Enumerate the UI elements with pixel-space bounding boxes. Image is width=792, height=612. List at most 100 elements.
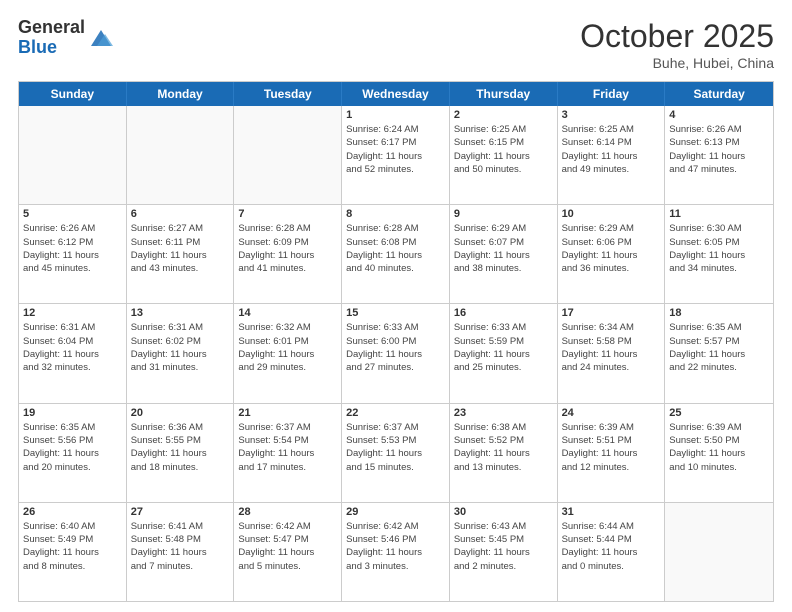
day-number: 16 bbox=[454, 307, 553, 319]
day-cell-1-3 bbox=[234, 106, 342, 204]
day-info: Sunrise: 6:34 AM Sunset: 5:58 PM Dayligh… bbox=[562, 321, 661, 374]
day-cell-4-2: 20 Sunrise: 6:36 AM Sunset: 5:55 PM Dayli… bbox=[127, 404, 235, 502]
logo: General Blue bbox=[18, 18, 115, 58]
day-number: 5 bbox=[23, 208, 122, 220]
day-cell-2-4: 8 Sunrise: 6:28 AM Sunset: 6:08 PM Daylig… bbox=[342, 205, 450, 303]
day-info: Sunrise: 6:35 AM Sunset: 5:57 PM Dayligh… bbox=[669, 321, 769, 374]
day-cell-3-3: 14Sunrise: 6:32 AM Sunset: 6:01 PM Dayli… bbox=[234, 304, 342, 402]
day-cell-4-5: 23 Sunrise: 6:38 AM Sunset: 5:52 PM Dayli… bbox=[450, 404, 558, 502]
logo-text: General Blue bbox=[18, 18, 85, 58]
day-cell-1-7: 4 Sunrise: 6:26 AM Sunset: 6:13 PM Daylig… bbox=[665, 106, 773, 204]
day-info: Sunrise: 6:41 AM Sunset: 5:48 PM Dayligh… bbox=[131, 520, 230, 573]
day-info: Sunrise: 6:38 AM Sunset: 5:52 PM Dayligh… bbox=[454, 421, 553, 474]
day-number: 11 bbox=[669, 208, 769, 220]
day-number: 22 bbox=[346, 407, 445, 419]
day-number: 31 bbox=[562, 506, 661, 518]
day-number: 25 bbox=[669, 407, 769, 419]
day-number: 19 bbox=[23, 407, 122, 419]
day-info: Sunrise: 6:31 AM Sunset: 6:02 PM Dayligh… bbox=[131, 321, 230, 374]
day-cell-4-6: 24Sunrise: 6:39 AM Sunset: 5:51 PM Dayli… bbox=[558, 404, 666, 502]
weeks: 1Sunrise: 6:24 AM Sunset: 6:17 PM Daylig… bbox=[19, 106, 773, 601]
header-monday: Monday bbox=[127, 82, 235, 106]
header-sunday: Sunday bbox=[19, 82, 127, 106]
day-cell-5-7 bbox=[665, 503, 773, 601]
day-number: 18 bbox=[669, 307, 769, 319]
day-info: Sunrise: 6:26 AM Sunset: 6:12 PM Dayligh… bbox=[23, 222, 122, 275]
week-row-4: 19 Sunrise: 6:35 AM Sunset: 5:56 PM Dayli… bbox=[19, 404, 773, 503]
day-number: 7 bbox=[238, 208, 337, 220]
day-info: Sunrise: 6:28 AM Sunset: 6:09 PM Dayligh… bbox=[238, 222, 337, 275]
day-cell-4-3: 21Sunrise: 6:37 AM Sunset: 5:54 PM Dayli… bbox=[234, 404, 342, 502]
day-cell-4-7: 25 Sunrise: 6:39 AM Sunset: 5:50 PM Dayli… bbox=[665, 404, 773, 502]
day-number: 20 bbox=[131, 407, 230, 419]
day-number: 8 bbox=[346, 208, 445, 220]
day-number: 30 bbox=[454, 506, 553, 518]
day-cell-2-7: 11 Sunrise: 6:30 AM Sunset: 6:05 PM Dayli… bbox=[665, 205, 773, 303]
day-info: Sunrise: 6:37 AM Sunset: 5:53 PM Dayligh… bbox=[346, 421, 445, 474]
day-cell-1-2 bbox=[127, 106, 235, 204]
day-number: 17 bbox=[562, 307, 661, 319]
day-cell-3-2: 13 Sunrise: 6:31 AM Sunset: 6:02 PM Dayli… bbox=[127, 304, 235, 402]
day-info: Sunrise: 6:42 AM Sunset: 5:46 PM Dayligh… bbox=[346, 520, 445, 573]
day-number: 15 bbox=[346, 307, 445, 319]
day-number: 12 bbox=[23, 307, 122, 319]
week-row-3: 12 Sunrise: 6:31 AM Sunset: 6:04 PM Dayli… bbox=[19, 304, 773, 403]
day-cell-3-6: 17 Sunrise: 6:34 AM Sunset: 5:58 PM Dayli… bbox=[558, 304, 666, 402]
day-number: 26 bbox=[23, 506, 122, 518]
day-info: Sunrise: 6:39 AM Sunset: 5:51 PM Dayligh… bbox=[562, 421, 661, 474]
day-cell-5-6: 31Sunrise: 6:44 AM Sunset: 5:44 PM Dayli… bbox=[558, 503, 666, 601]
day-info: Sunrise: 6:29 AM Sunset: 6:06 PM Dayligh… bbox=[562, 222, 661, 275]
day-headers: Sunday Monday Tuesday Wednesday Thursday… bbox=[19, 82, 773, 106]
week-row-2: 5 Sunrise: 6:26 AM Sunset: 6:12 PM Daylig… bbox=[19, 205, 773, 304]
day-info: Sunrise: 6:24 AM Sunset: 6:17 PM Dayligh… bbox=[346, 123, 445, 176]
day-number: 23 bbox=[454, 407, 553, 419]
day-info: Sunrise: 6:33 AM Sunset: 6:00 PM Dayligh… bbox=[346, 321, 445, 374]
day-number: 28 bbox=[238, 506, 337, 518]
week-row-5: 26 Sunrise: 6:40 AM Sunset: 5:49 PM Dayli… bbox=[19, 503, 773, 601]
page: General Blue October 2025 Buhe, Hubei, C… bbox=[0, 0, 792, 612]
day-cell-2-2: 6Sunrise: 6:27 AM Sunset: 6:11 PM Daylig… bbox=[127, 205, 235, 303]
day-cell-2-3: 7 Sunrise: 6:28 AM Sunset: 6:09 PM Daylig… bbox=[234, 205, 342, 303]
day-cell-1-6: 3Sunrise: 6:25 AM Sunset: 6:14 PM Daylig… bbox=[558, 106, 666, 204]
day-cell-1-4: 1Sunrise: 6:24 AM Sunset: 6:17 PM Daylig… bbox=[342, 106, 450, 204]
day-number: 6 bbox=[131, 208, 230, 220]
day-number: 27 bbox=[131, 506, 230, 518]
day-number: 10 bbox=[562, 208, 661, 220]
day-info: Sunrise: 6:39 AM Sunset: 5:50 PM Dayligh… bbox=[669, 421, 769, 474]
day-cell-4-4: 22 Sunrise: 6:37 AM Sunset: 5:53 PM Dayli… bbox=[342, 404, 450, 502]
day-cell-2-6: 10 Sunrise: 6:29 AM Sunset: 6:06 PM Dayli… bbox=[558, 205, 666, 303]
day-cell-3-5: 16 Sunrise: 6:33 AM Sunset: 5:59 PM Dayli… bbox=[450, 304, 558, 402]
calendar: Sunday Monday Tuesday Wednesday Thursday… bbox=[18, 81, 774, 602]
day-number: 3 bbox=[562, 109, 661, 121]
day-cell-3-7: 18 Sunrise: 6:35 AM Sunset: 5:57 PM Dayli… bbox=[665, 304, 773, 402]
day-info: Sunrise: 6:29 AM Sunset: 6:07 PM Dayligh… bbox=[454, 222, 553, 275]
month-title: October 2025 bbox=[580, 18, 774, 55]
week-row-1: 1Sunrise: 6:24 AM Sunset: 6:17 PM Daylig… bbox=[19, 106, 773, 205]
header-friday: Friday bbox=[558, 82, 666, 106]
day-info: Sunrise: 6:31 AM Sunset: 6:04 PM Dayligh… bbox=[23, 321, 122, 374]
day-cell-2-5: 9Sunrise: 6:29 AM Sunset: 6:07 PM Daylig… bbox=[450, 205, 558, 303]
day-number: 29 bbox=[346, 506, 445, 518]
day-info: Sunrise: 6:30 AM Sunset: 6:05 PM Dayligh… bbox=[669, 222, 769, 275]
day-info: Sunrise: 6:33 AM Sunset: 5:59 PM Dayligh… bbox=[454, 321, 553, 374]
day-info: Sunrise: 6:37 AM Sunset: 5:54 PM Dayligh… bbox=[238, 421, 337, 474]
day-cell-5-1: 26 Sunrise: 6:40 AM Sunset: 5:49 PM Dayli… bbox=[19, 503, 127, 601]
day-info: Sunrise: 6:28 AM Sunset: 6:08 PM Dayligh… bbox=[346, 222, 445, 275]
day-cell-2-1: 5 Sunrise: 6:26 AM Sunset: 6:12 PM Daylig… bbox=[19, 205, 127, 303]
header: General Blue October 2025 Buhe, Hubei, C… bbox=[18, 18, 774, 71]
day-info: Sunrise: 6:36 AM Sunset: 5:55 PM Dayligh… bbox=[131, 421, 230, 474]
day-cell-5-3: 28Sunrise: 6:42 AM Sunset: 5:47 PM Dayli… bbox=[234, 503, 342, 601]
day-info: Sunrise: 6:43 AM Sunset: 5:45 PM Dayligh… bbox=[454, 520, 553, 573]
day-info: Sunrise: 6:25 AM Sunset: 6:15 PM Dayligh… bbox=[454, 123, 553, 176]
logo-general: General bbox=[18, 18, 85, 38]
day-info: Sunrise: 6:35 AM Sunset: 5:56 PM Dayligh… bbox=[23, 421, 122, 474]
day-cell-1-1 bbox=[19, 106, 127, 204]
day-cell-5-4: 29 Sunrise: 6:42 AM Sunset: 5:46 PM Dayli… bbox=[342, 503, 450, 601]
header-tuesday: Tuesday bbox=[234, 82, 342, 106]
day-info: Sunrise: 6:26 AM Sunset: 6:13 PM Dayligh… bbox=[669, 123, 769, 176]
day-cell-1-5: 2Sunrise: 6:25 AM Sunset: 6:15 PM Daylig… bbox=[450, 106, 558, 204]
header-wednesday: Wednesday bbox=[342, 82, 450, 106]
day-info: Sunrise: 6:40 AM Sunset: 5:49 PM Dayligh… bbox=[23, 520, 122, 573]
day-number: 13 bbox=[131, 307, 230, 319]
day-number: 4 bbox=[669, 109, 769, 121]
